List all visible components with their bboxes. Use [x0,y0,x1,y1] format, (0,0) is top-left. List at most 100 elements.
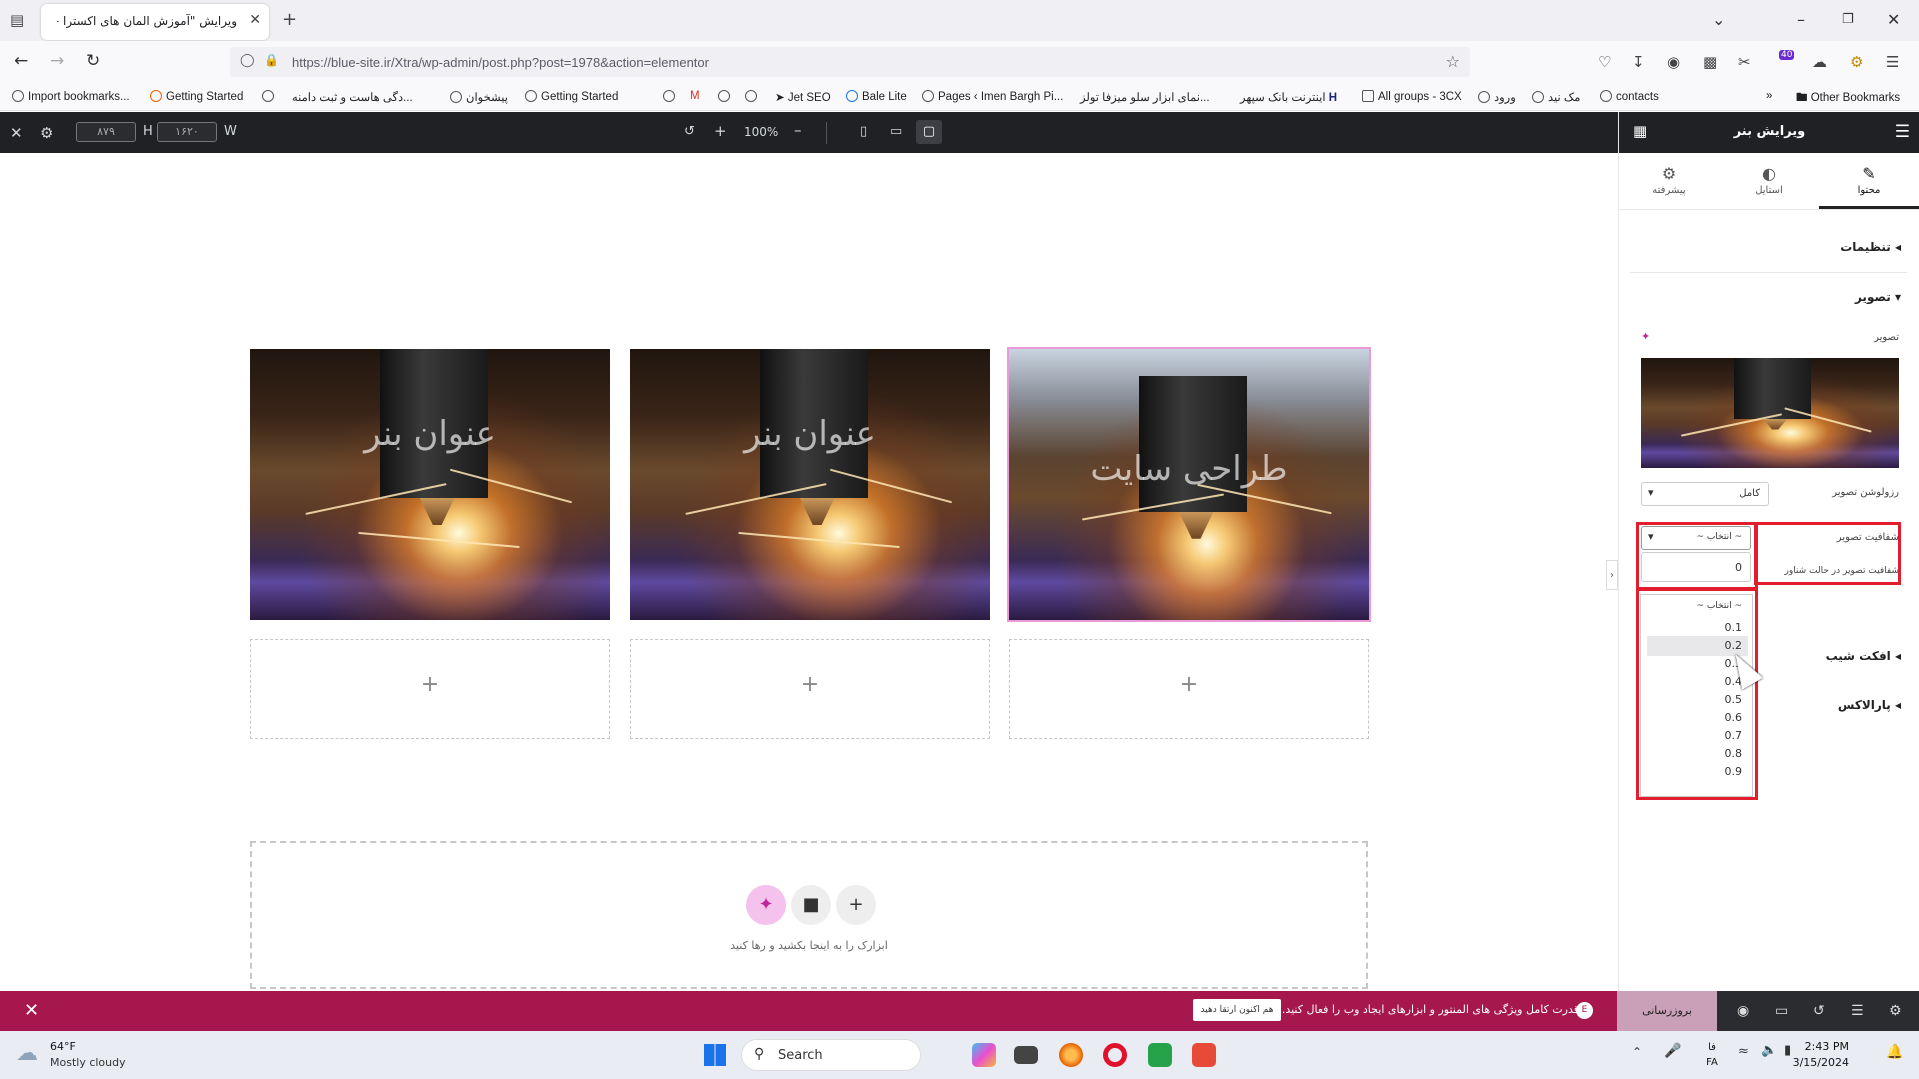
battery-icon[interactable]: ▮ [1784,1043,1791,1058]
opacity-dropdown-list[interactable]: ~ انتخاب ~ 0.1 0.2 0.3 0.4 0.5 0.6 0.7 0… [1640,594,1753,797]
copilot-icon[interactable] [972,1043,996,1067]
bookmark-item[interactable]: All groups - 3CX [1362,90,1462,103]
empty-column-1[interactable]: + [250,639,610,739]
bookmarks-overflow-icon[interactable]: » [1766,90,1772,102]
bookmark-item[interactable] [262,90,278,103]
tab-list-icon[interactable]: ▤ [10,11,24,29]
downloads-icon[interactable]: ↧ [1632,53,1645,71]
bookmark-item[interactable]: ...دگی هاست و ثبت دامنه [292,90,413,104]
image-thumbnail[interactable] [1641,358,1899,468]
bookmark-item[interactable]: Getting Started [525,90,618,103]
add-section-button[interactable]: + [836,885,876,925]
opacity-select[interactable]: ~ انتخاب ~ ▾ [1641,526,1751,550]
back-icon[interactable]: ← [14,51,28,71]
section-image[interactable]: ▾ تصویر [1855,290,1901,304]
file-explorer-icon[interactable] [1014,1046,1038,1064]
zoom-out-icon[interactable]: – [794,121,802,139]
wifi-icon[interactable]: ≈ [1738,1044,1749,1059]
resolution-select[interactable]: کامل ▾ [1641,482,1769,506]
bookmark-item[interactable]: contacts [1600,90,1659,103]
panel-collapse-icon[interactable]: › [1606,560,1618,590]
bookmark-item[interactable] [718,90,734,103]
hover-opacity-select[interactable]: 0 [1641,552,1751,582]
banner-image-2[interactable]: عنوان بنر [630,349,990,620]
bookmark-item[interactable]: Getting Started [150,90,243,103]
bookmark-item[interactable]: ...نمای ابزار سلو میزفا تولز [1080,90,1210,104]
desktop-view-icon[interactable]: ▢ [916,120,942,144]
forward-icon[interactable]: → [50,51,64,71]
layers-icon[interactable]: ☰ [1851,1003,1864,1019]
close-icon[interactable]: ✕ [24,1000,39,1021]
width-input[interactable]: ۱۶۲۰ [157,122,217,142]
bookmark-item[interactable]: H اینترنت بانک سپهر [1240,90,1337,104]
window-close-icon[interactable]: ✕ [1887,10,1900,29]
add-widget-icon[interactable]: + [631,672,989,697]
bookmark-item[interactable]: پیشخوان [450,90,508,104]
dropdown-option[interactable]: 0.7 [1725,729,1743,742]
bookmark-item[interactable]: ➤ Jet SEO [775,90,831,104]
empty-column-3[interactable]: + [1009,639,1369,739]
clock-date[interactable]: 3/15/2024 [1793,1056,1849,1069]
add-widget-icon[interactable]: + [251,672,609,697]
other-bookmarks[interactable]: 🖿 Other Bookmarks [1796,90,1900,109]
minimize-icon[interactable]: – [1797,10,1805,29]
tab-advanced[interactable]: ⚙ پیشرفته [1629,164,1709,196]
gear-icon[interactable]: ⚙ [40,124,53,142]
extensions-icon[interactable]: ▩ [1703,53,1717,71]
tab-content[interactable]: ✎ محتوا [1829,164,1909,196]
restore-icon[interactable]: ❐ [1842,12,1854,27]
language-indicator[interactable]: فا FA [1702,1040,1722,1070]
volume-icon[interactable]: 🔈 [1761,1043,1777,1058]
menu-icon[interactable]: ☰ [1886,53,1899,71]
camtasia-icon[interactable] [1148,1043,1172,1067]
history-icon[interactable]: ↺ [1813,1003,1825,1019]
settings-extension-icon[interactable]: ⚙ [1850,53,1863,71]
dropdown-option[interactable]: ~ انتخاب ~ [1696,601,1742,611]
windows-start-icon[interactable] [704,1044,726,1066]
mobile-view-icon[interactable]: ▯ [860,124,867,139]
update-button[interactable]: بروزرسانی [1617,991,1717,1031]
bookmark-item[interactable]: مک نید [1532,90,1580,104]
section-settings[interactable]: ◂ تنظیمات [1840,240,1901,254]
firefox-icon[interactable] [1059,1043,1083,1067]
tablet-view-icon[interactable]: ▭ [890,124,902,139]
notification-icon[interactable]: 🔔 [1886,1044,1903,1060]
ai-sparkle-button[interactable]: ✦ [746,885,786,925]
dropdown-option[interactable]: 0.1 [1725,621,1743,634]
crop-icon[interactable]: ✂ [1738,53,1751,71]
shield-icon[interactable]: ◯ [240,53,255,68]
bookmark-item[interactable] [663,90,679,103]
account-icon[interactable]: ◉ [1667,53,1680,71]
banner-image-1[interactable]: عنوان بنر [250,349,610,620]
bookmark-item[interactable] [745,90,761,103]
taskbar-search[interactable]: ⚲ Search [741,1039,921,1071]
reset-zoom-icon[interactable]: ↺ [684,124,695,139]
dropdown-option[interactable]: 0.9 [1725,765,1743,778]
bookmark-item[interactable]: ورود [1478,90,1516,104]
lock-icon[interactable]: 🔒 [264,53,279,67]
weather-cloud-icon[interactable]: ☁ [16,1041,38,1066]
ai-sparkle-icon[interactable]: ✦ [1641,330,1650,343]
gear-icon[interactable]: ⚙ [1889,1003,1902,1019]
empty-column-2[interactable]: + [630,639,990,739]
section-parallax[interactable]: ◂ پارالاکس [1838,698,1901,712]
close-editor-icon[interactable]: ✕ [10,124,23,142]
microphone-icon[interactable]: 🎤 [1664,1043,1681,1059]
section-gradient[interactable]: ◂ افکت شیب [1826,649,1901,663]
drop-zone[interactable]: ✦ ■ + ابزارک را به اینجا بکشید و رها کنی… [250,841,1368,989]
weather-desc[interactable]: Mostly cloudy [50,1056,126,1069]
camtasia-recorder-icon[interactable] [1192,1043,1216,1067]
tab-overflow-chevron-icon[interactable]: ⌄ [1712,10,1725,29]
bookmark-item[interactable]: Import bookmarks... [12,90,130,103]
zoom-in-icon[interactable]: + [714,122,727,140]
tab-style[interactable]: ◐ استایل [1729,164,1809,196]
widgets-grid-icon[interactable]: ▦ [1633,122,1647,140]
opera-icon[interactable] [1103,1043,1127,1067]
pocket-icon[interactable]: ♡ [1598,53,1611,71]
dropdown-option[interactable]: 0.5 [1725,693,1743,706]
cloud-icon[interactable]: ☁ [1812,53,1827,71]
template-folder-button[interactable]: ■ [791,885,831,925]
reload-icon[interactable]: ↻ [86,51,100,71]
tab-close-icon[interactable]: ✕ [249,12,261,28]
weather-temp[interactable]: 64°F [50,1040,76,1053]
